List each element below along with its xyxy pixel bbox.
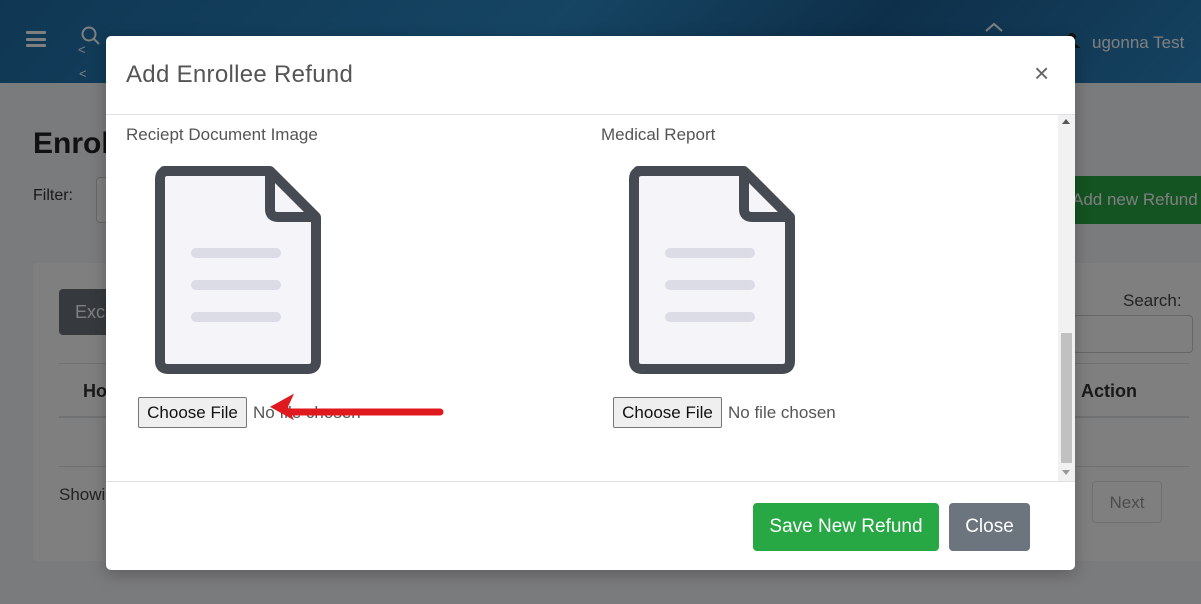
choose-file-button[interactable]: Choose File (138, 397, 247, 428)
file-status-text: No file chosen (728, 403, 836, 422)
save-new-refund-button[interactable]: Save New Refund (753, 503, 939, 551)
close-button[interactable]: Close (949, 503, 1030, 551)
modal-header: Add Enrollee Refund × (106, 36, 1075, 115)
document-icon (155, 166, 321, 374)
choose-file-button[interactable]: Choose File (613, 397, 722, 428)
scrollbar-thumb[interactable] (1061, 333, 1072, 463)
scroll-up-arrow-icon[interactable] (1062, 119, 1070, 124)
close-icon[interactable]: × (1034, 60, 1049, 86)
scroll-down-arrow-icon[interactable] (1062, 470, 1070, 475)
document-icon (629, 166, 795, 374)
add-enrollee-refund-modal: Add Enrollee Refund × Reciept Document I… (106, 36, 1075, 570)
modal-body: Reciept Document Image Choose File No fi… (106, 115, 1075, 481)
modal-footer: Save New Refund Close (106, 481, 1075, 571)
receipt-document-label: Reciept Document Image (126, 125, 318, 144)
modal-title: Add Enrollee Refund (126, 61, 354, 88)
modal-scrollbar[interactable] (1058, 115, 1075, 481)
red-arrow-icon (270, 393, 444, 420)
medical-report-label: Medical Report (601, 125, 716, 144)
